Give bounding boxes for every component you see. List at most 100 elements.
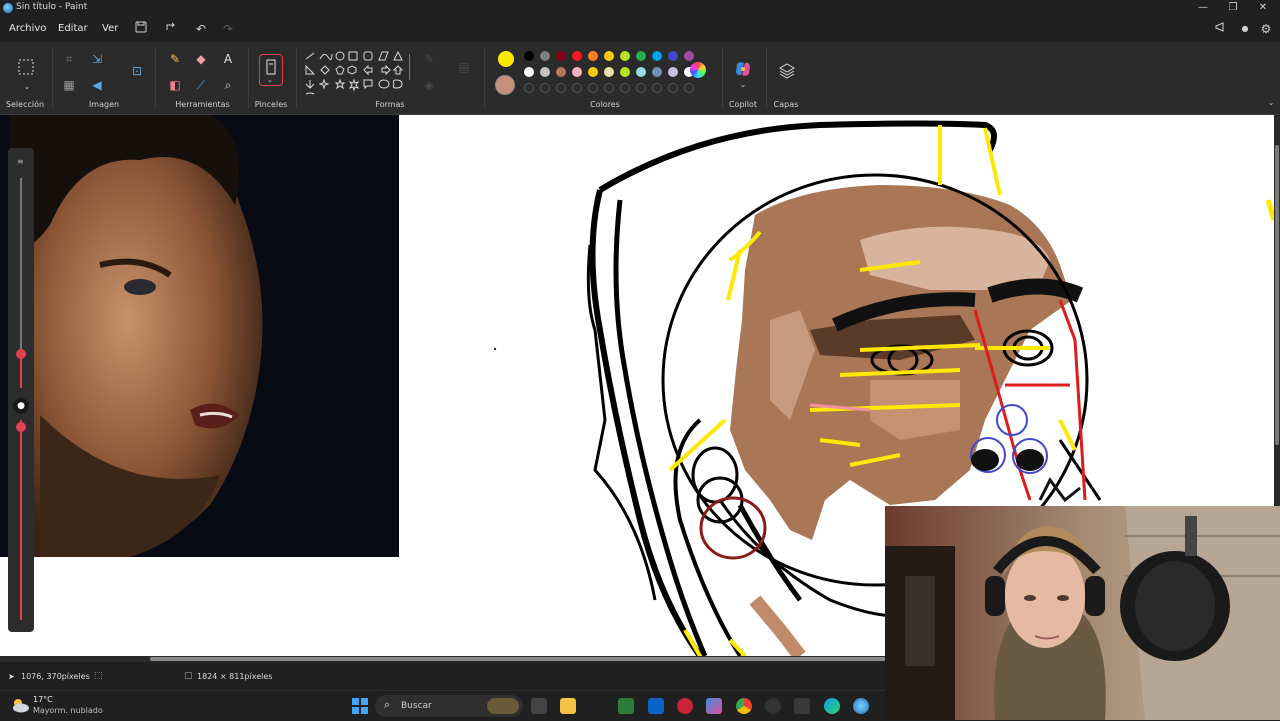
copilot-chevron-icon[interactable]: ⌄ <box>734 76 752 94</box>
select-rectangle-icon[interactable] <box>16 58 36 78</box>
crop-icon[interactable]: ⌗ <box>60 50 78 68</box>
palette-color-swatch[interactable] <box>556 51 566 61</box>
resize-icon[interactable]: ⇲ <box>88 50 106 68</box>
shapes-gallery[interactable] <box>304 50 408 98</box>
slider-grip-icon: ≡ <box>17 157 24 166</box>
app-gray-icon[interactable] <box>794 698 810 714</box>
palette-color-swatch[interactable] <box>540 51 550 61</box>
save-icon[interactable] <box>133 21 149 37</box>
fill-bucket-icon[interactable]: ◆ <box>192 50 210 68</box>
chrome-icon[interactable] <box>736 698 752 714</box>
size-slider-thumb[interactable] <box>16 349 26 359</box>
menu-archivo[interactable]: Archivo <box>9 23 46 34</box>
shapes-scrollbar[interactable] <box>409 54 410 80</box>
palette-color-swatch[interactable] <box>652 51 662 61</box>
horizontal-scrollbar[interactable] <box>0 656 886 662</box>
custom-color-slot[interactable] <box>620 83 630 93</box>
minimize-button[interactable]: — <box>1187 0 1219 16</box>
weather-cloud-icon[interactable] <box>10 696 30 714</box>
menu-ver[interactable]: Ver <box>102 23 118 34</box>
ribbon-divider <box>296 48 297 108</box>
secondary-color-swatch[interactable] <box>495 75 515 95</box>
custom-color-slot[interactable] <box>524 83 534 93</box>
vertical-scroll-thumb[interactable] <box>1275 145 1279 445</box>
settings-gear-icon[interactable]: ⚙ <box>1258 21 1274 37</box>
webcam-overlay <box>885 506 1280 720</box>
palette-color-swatch[interactable] <box>668 51 678 61</box>
palette-color-swatch[interactable] <box>604 51 614 61</box>
palette-color-swatch[interactable] <box>572 51 582 61</box>
file-explorer-icon[interactable] <box>560 698 576 714</box>
outline-icon[interactable]: ✎ <box>420 50 438 68</box>
custom-color-slot[interactable] <box>684 83 694 93</box>
magnifier-icon[interactable]: ⌕ <box>219 76 237 94</box>
custom-color-slot[interactable] <box>604 83 614 93</box>
app-dark-icon[interactable] <box>765 698 781 714</box>
palette-color-swatch[interactable] <box>540 67 550 77</box>
palette-color-swatch[interactable] <box>524 51 534 61</box>
ribbon-divider <box>155 48 156 108</box>
shape-size-icon[interactable]: ▤ <box>455 58 473 76</box>
restore-button[interactable]: ❐ <box>1217 0 1249 16</box>
store-icon[interactable] <box>618 698 634 714</box>
edge-icon[interactable] <box>824 698 840 714</box>
custom-color-slot[interactable] <box>572 83 582 93</box>
pencil-icon[interactable]: ✎ <box>166 50 184 68</box>
undo-icon[interactable]: ↶ <box>193 21 209 37</box>
palette-color-swatch[interactable] <box>604 67 614 77</box>
announcements-icon[interactable] <box>1213 21 1229 37</box>
text-icon[interactable]: A <box>219 50 237 68</box>
palette-color-swatch[interactable] <box>620 51 630 61</box>
palette-color-swatch[interactable] <box>652 67 662 77</box>
remove-background-icon[interactable]: ▦ <box>60 76 78 94</box>
search-icon: ⌕ <box>384 698 391 711</box>
palette-color-swatch[interactable] <box>636 51 646 61</box>
account-icon[interactable]: ● <box>1237 21 1253 37</box>
share-icon[interactable] <box>163 21 179 37</box>
taskbar-search-box[interactable]: ⌕ Buscar <box>375 695 523 717</box>
fill-icon[interactable]: ◈ <box>420 76 438 94</box>
palette-color-swatch[interactable] <box>524 67 534 77</box>
palette-color-swatch[interactable] <box>636 67 646 77</box>
palette-color-swatch[interactable] <box>588 51 598 61</box>
edit-colors-icon[interactable] <box>690 62 706 78</box>
outlook-icon[interactable] <box>648 698 664 714</box>
horizontal-scroll-thumb[interactable] <box>150 657 886 661</box>
copilot-taskbar-icon[interactable] <box>706 698 722 714</box>
selection-chevron-icon[interactable]: ⌄ <box>18 78 36 96</box>
custom-color-slot[interactable] <box>588 83 598 93</box>
palette-color-swatch[interactable] <box>588 67 598 77</box>
palette-color-swatch[interactable] <box>572 67 582 77</box>
palette-color-swatch[interactable] <box>668 67 678 77</box>
group-label-colors: Colores <box>590 100 620 109</box>
redo-icon[interactable]: ↷ <box>220 21 236 37</box>
custom-color-slot[interactable] <box>556 83 566 93</box>
palette-color-swatch[interactable] <box>556 67 566 77</box>
custom-color-slot[interactable] <box>636 83 646 93</box>
image-select-icon[interactable]: ⊡ <box>128 62 146 80</box>
brushes-button[interactable]: ⌄ <box>259 54 283 86</box>
custom-color-slot[interactable] <box>668 83 678 93</box>
custom-color-slot[interactable] <box>652 83 662 93</box>
ribbon-divider <box>52 48 53 108</box>
palette-color-swatch[interactable] <box>684 51 694 61</box>
paint-taskbar-icon[interactable] <box>853 698 869 714</box>
selection-size-icon: ⬚ <box>94 671 103 681</box>
color-picker-icon[interactable]: ⟋ <box>192 76 210 94</box>
primary-color-swatch[interactable] <box>497 50 515 68</box>
palette-color-swatch[interactable] <box>620 67 630 77</box>
rotate-icon[interactable]: ◀ <box>88 76 106 94</box>
windows-start-icon[interactable] <box>352 698 368 714</box>
close-button[interactable]: ✕ <box>1247 0 1279 16</box>
app-red-icon[interactable] <box>677 698 693 714</box>
menu-editar[interactable]: Editar <box>58 23 88 34</box>
brush-size-slider[interactable]: ≡ ● <box>8 148 34 632</box>
group-label-shapes: Formas <box>375 100 405 109</box>
eraser-icon[interactable]: ◧ <box>166 76 184 94</box>
ribbon-collapse-icon[interactable]: ⌄ <box>1262 94 1280 112</box>
task-view-icon[interactable] <box>531 698 547 714</box>
group-label-copilot: Copilot <box>728 100 758 109</box>
opacity-slider-thumb[interactable] <box>16 422 26 432</box>
custom-color-slot[interactable] <box>540 83 550 93</box>
layers-icon[interactable] <box>778 62 796 80</box>
